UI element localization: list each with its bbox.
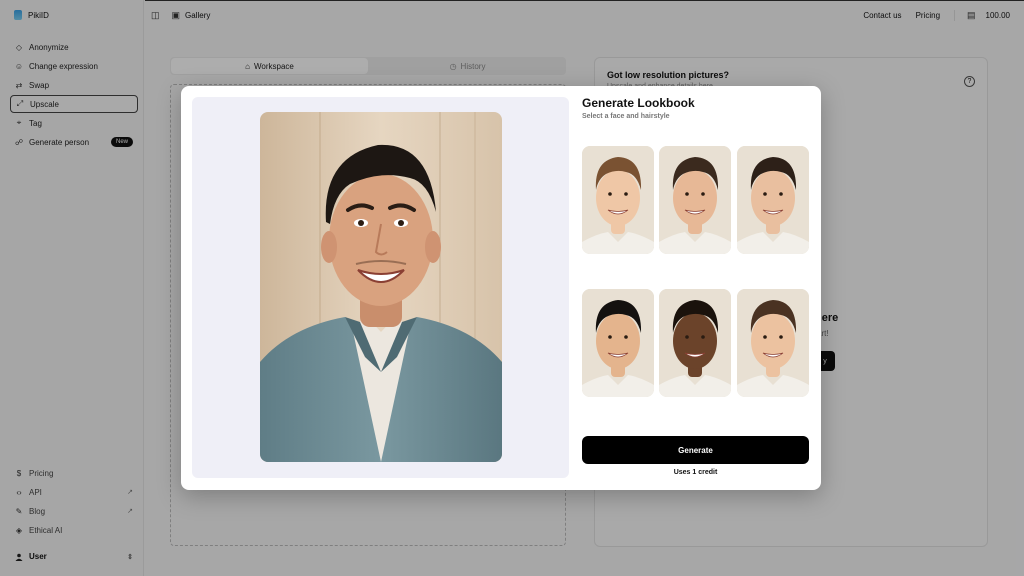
face-option-3[interactable] bbox=[737, 146, 809, 254]
face-grid bbox=[582, 146, 810, 399]
face-option-4[interactable] bbox=[582, 289, 654, 397]
lookbook-modal: Generate Lookbook Select a face and hair… bbox=[181, 86, 821, 490]
modal-subtitle: Select a face and hairstyle bbox=[582, 113, 670, 120]
face-option-5[interactable] bbox=[659, 289, 731, 397]
face-option-2[interactable] bbox=[659, 146, 731, 254]
generate-button[interactable]: Generate bbox=[582, 436, 809, 464]
preview-pane bbox=[192, 97, 569, 478]
credit-note: Uses 1 credit bbox=[673, 469, 718, 476]
modal-title: Generate Lookbook bbox=[582, 96, 695, 110]
source-photo bbox=[260, 112, 502, 462]
face-option-1[interactable] bbox=[582, 146, 654, 254]
face-option-6[interactable] bbox=[737, 289, 809, 397]
